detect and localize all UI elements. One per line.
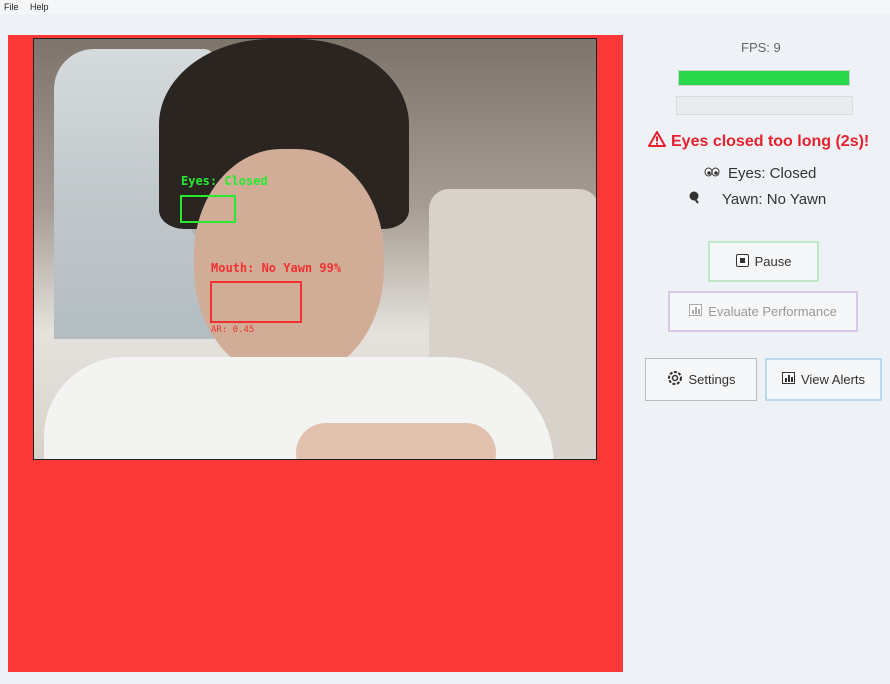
settings-button[interactable]: Settings [645,358,757,401]
evaluate-performance-button[interactable]: Evaluate Performance [668,291,858,332]
driver-hand [296,423,496,459]
warning-icon [648,131,666,152]
pause-button[interactable]: Pause [708,241,819,282]
bell-icon [781,372,795,387]
fps-counter: FPS: 9 [741,40,781,55]
eyes-detection-label: Eyes: Closed [181,174,268,188]
chart-icon [689,304,703,319]
mouth-icon [688,190,702,208]
mouth-detection-box [210,281,302,323]
fps-progress-bar [678,70,850,86]
menu-bar: File Help [0,0,890,14]
view-alerts-button-label: View Alerts [800,372,866,387]
drowsiness-alert: Eyes closed too long (2s)! [648,131,869,152]
eyes-status: Eyes: Closed [704,165,816,182]
secondary-progress-bar [676,96,853,115]
camera-feed: Eyes: Closed Mouth: No Yawn 99% AR: 0.45 [33,38,597,460]
menu-file[interactable]: File [4,2,19,12]
pause-button-label: Pause [754,254,792,269]
eyes-status-text: Eyes: Closed [728,165,817,182]
menu-help[interactable]: Help [30,2,49,12]
settings-button-label: Settings [688,372,736,387]
mouth-detection-label: Mouth: No Yawn 99% [211,261,342,275]
view-alerts-button[interactable]: View Alerts [765,358,882,401]
pause-icon [735,253,749,270]
fps-progress-fill [679,71,849,85]
yawn-status: Yawn: No Yawn [688,190,826,208]
aspect-ratio-label: AR: 0.45 [211,325,255,335]
alert-text: Eyes closed too long (2s)! [671,132,870,150]
evaluate-button-label: Evaluate Performance [708,304,837,319]
yawn-status-text: Yawn: No Yawn [722,190,827,208]
eyes-icon [704,165,720,182]
gear-icon [667,370,683,389]
eyes-detection-box [180,195,236,223]
